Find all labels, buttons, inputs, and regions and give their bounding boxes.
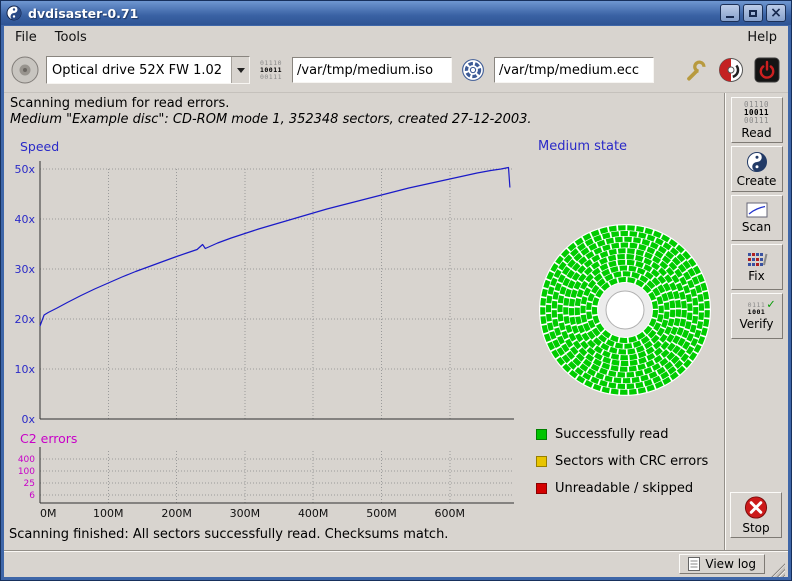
stop-button[interactable]: Stop bbox=[730, 492, 782, 538]
svg-text:0x: 0x bbox=[21, 413, 35, 426]
verify-icon: 01111001 ✓ bbox=[748, 302, 766, 316]
svg-text:25: 25 bbox=[24, 479, 35, 489]
svg-text:100M: 100M bbox=[93, 507, 124, 520]
window-body: File Tools Help Optical drive 52X FW 1.0… bbox=[4, 26, 788, 577]
legend-swatch-1 bbox=[536, 456, 547, 467]
medium-state-title: Medium state bbox=[538, 139, 627, 154]
fix-icon bbox=[746, 251, 768, 268]
fix-button-label: Fix bbox=[748, 269, 764, 283]
svg-text:400M: 400M bbox=[298, 507, 329, 520]
svg-text:Speed: Speed bbox=[20, 139, 59, 154]
wrench-icon bbox=[683, 58, 707, 82]
disc-svg bbox=[530, 215, 720, 405]
svg-text:100: 100 bbox=[18, 467, 35, 477]
view-log-button[interactable]: View log bbox=[679, 554, 765, 574]
content-area: Scanning medium for read errors. Medium … bbox=[4, 92, 788, 550]
binary-icon: 011101001100111 bbox=[744, 101, 769, 125]
drive-combobox[interactable]: Optical drive 52X FW 1.02 bbox=[46, 56, 250, 84]
iso-path-input[interactable] bbox=[292, 57, 452, 83]
svg-text:300M: 300M bbox=[230, 507, 261, 520]
resize-grip[interactable] bbox=[771, 563, 785, 577]
svg-text:400: 400 bbox=[18, 455, 35, 465]
yin-yang-icon bbox=[746, 151, 768, 173]
stop-icon bbox=[743, 495, 769, 520]
view-log-label: View log bbox=[705, 557, 756, 571]
drive-combobox-label: Optical drive 52X FW 1.02 bbox=[47, 57, 231, 83]
close-button[interactable]: × bbox=[766, 4, 786, 22]
svg-text:40x: 40x bbox=[14, 213, 35, 226]
maximize-button[interactable] bbox=[743, 4, 763, 22]
main-area: Scanning medium for read errors. Medium … bbox=[4, 93, 724, 550]
legend-item-unreadable: Unreadable / skipped bbox=[536, 481, 708, 496]
svg-text:30x: 30x bbox=[14, 263, 35, 276]
titlebar[interactable]: dvdisaster-0.71 × bbox=[1, 1, 791, 25]
scan-button-label: Scan bbox=[742, 220, 771, 234]
window-controls: × bbox=[720, 4, 786, 22]
ecc-file-icon bbox=[461, 58, 485, 82]
chevron-down-icon bbox=[237, 68, 245, 73]
window-title: dvdisaster-0.71 bbox=[28, 6, 138, 21]
log-icon bbox=[688, 557, 700, 571]
create-button-label: Create bbox=[737, 174, 777, 188]
svg-text:10x: 10x bbox=[14, 363, 35, 376]
close-icon: × bbox=[770, 6, 782, 20]
combo-arrow-button bbox=[231, 57, 249, 83]
legend-label-success: Successfully read bbox=[555, 427, 668, 442]
charts-svg: Speed C2 errors 0x 10x 20x 30x 40x 50x 0M 100M 200… bbox=[6, 135, 522, 531]
svg-text:500M: 500M bbox=[366, 507, 397, 520]
legend-swatch-2 bbox=[536, 483, 547, 494]
scan-button[interactable]: Scan bbox=[731, 195, 783, 241]
menubar: File Tools Help bbox=[4, 26, 788, 48]
minimize-button[interactable] bbox=[720, 4, 740, 22]
status-line-1: Scanning medium for read errors. bbox=[10, 96, 229, 111]
app-window: dvdisaster-0.71 × File Tools Help Optica… bbox=[0, 0, 792, 581]
svg-text:50x: 50x bbox=[14, 163, 35, 176]
verify-button-label: Verify bbox=[739, 317, 773, 331]
ecc-file-button[interactable] bbox=[458, 55, 488, 85]
legend-item-crc: Sectors with CRC errors bbox=[536, 454, 708, 469]
toolbar: Optical drive 52X FW 1.02 01110100110011… bbox=[4, 48, 788, 92]
read-button-label: Read bbox=[741, 126, 771, 140]
logo-icon bbox=[718, 57, 744, 83]
legend-item-success: Successfully read bbox=[536, 427, 708, 442]
stop-button-label: Stop bbox=[742, 521, 769, 535]
preferences-button[interactable] bbox=[680, 55, 710, 85]
minimize-icon bbox=[726, 16, 734, 18]
verify-button[interactable]: 01111001 ✓ Verify bbox=[731, 293, 783, 339]
svg-text:6: 6 bbox=[29, 491, 35, 501]
final-status: Scanning finished: All sectors successfu… bbox=[9, 527, 448, 542]
power-icon bbox=[754, 57, 780, 83]
about-button[interactable] bbox=[716, 55, 746, 85]
legend: Successfully read Sectors with CRC error… bbox=[536, 427, 708, 508]
ecc-path-input[interactable] bbox=[494, 57, 654, 83]
svg-text:C2 errors: C2 errors bbox=[20, 431, 77, 446]
menu-tools[interactable]: Tools bbox=[46, 28, 96, 47]
app-icon bbox=[6, 5, 22, 21]
statusbar: View log bbox=[4, 550, 788, 577]
drive-icon bbox=[10, 55, 40, 85]
maximize-icon bbox=[749, 10, 757, 17]
legend-swatch-0 bbox=[536, 429, 547, 440]
quit-button[interactable] bbox=[752, 55, 782, 85]
fix-button[interactable]: Fix bbox=[731, 244, 783, 290]
drive-button[interactable] bbox=[10, 55, 40, 85]
svg-text:600M: 600M bbox=[435, 507, 466, 520]
svg-text:200M: 200M bbox=[161, 507, 192, 520]
legend-label-unreadable: Unreadable / skipped bbox=[555, 481, 693, 496]
check-icon: ✓ bbox=[767, 301, 775, 308]
scan-chart-icon bbox=[746, 202, 768, 219]
read-button[interactable]: 011101001100111 Read bbox=[731, 97, 783, 143]
legend-label-crc: Sectors with CRC errors bbox=[555, 454, 708, 469]
binary-file-icon: 011101001100111 bbox=[260, 60, 282, 81]
sidebar: 011101001100111 Read Create bbox=[724, 93, 788, 550]
status-line-2: Medium "Example disc": CD-ROM mode 1, 35… bbox=[10, 112, 532, 127]
menu-file[interactable]: File bbox=[6, 28, 46, 47]
create-button[interactable]: Create bbox=[731, 146, 783, 192]
iso-image-button[interactable]: 011101001100111 bbox=[256, 55, 286, 85]
svg-text:0M: 0M bbox=[40, 507, 57, 520]
menu-help[interactable]: Help bbox=[738, 28, 786, 47]
svg-text:20x: 20x bbox=[14, 313, 35, 326]
